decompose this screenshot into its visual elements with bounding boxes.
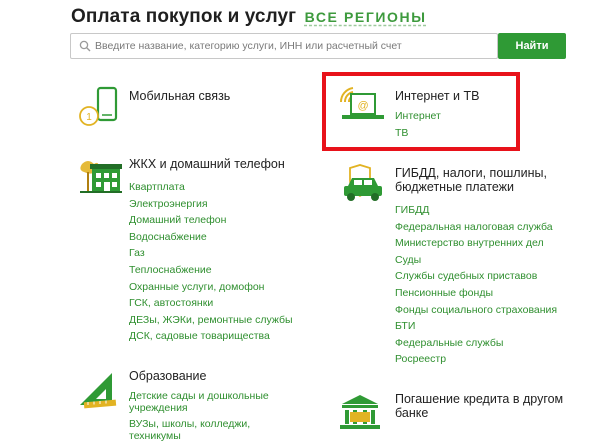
link-fns[interactable]: Федеральная налоговая служба	[395, 219, 557, 236]
link-kvartplata[interactable]: Квартплата	[129, 179, 293, 196]
search-box	[70, 33, 498, 59]
bank-building-icon	[340, 395, 380, 429]
link-pension[interactable]: Пенсионные фонды	[395, 285, 557, 302]
link-heating[interactable]: Теплоснабжение	[129, 262, 293, 279]
link-dez[interactable]: ДЕЗы, ЖЭКи, ремонтные службы	[129, 312, 293, 329]
category-title-line2[interactable]: банке	[395, 406, 428, 421]
search-input[interactable]	[95, 34, 495, 58]
category-title-line1[interactable]: ГИБДД, налоги, пошлины,	[395, 166, 547, 181]
link-home-phone[interactable]: Домашний телефон	[129, 212, 293, 229]
car-shield-icon	[344, 164, 382, 201]
search-icon	[79, 40, 91, 52]
link-bti[interactable]: БТИ	[395, 318, 557, 335]
utilities-links: Квартплата Электроэнергия Домашний телеф…	[129, 179, 293, 345]
link-gibdd[interactable]: ГИБДД	[395, 202, 557, 219]
svg-text:1: 1	[86, 112, 92, 123]
gibdd-links: ГИБДД Федеральная налоговая служба Минис…	[395, 202, 557, 368]
category-title-line2[interactable]: бюджетные платежи	[395, 180, 514, 195]
category-title[interactable]: Мобильная связь	[129, 89, 230, 104]
link-federal-services[interactable]: Федеральные службы	[395, 335, 557, 352]
category-title[interactable]: Образование	[129, 369, 206, 384]
link-universities[interactable]: ВУЗы, школы, колледжи, техникумы	[129, 416, 279, 444]
category-title-line1[interactable]: Погашение кредита в другом	[395, 392, 563, 407]
category-title[interactable]: ЖКХ и домашний телефон	[129, 157, 285, 172]
link-dsk[interactable]: ДСК, садовые товарищества	[129, 328, 293, 345]
link-rosreestr[interactable]: Росреестр	[395, 351, 557, 368]
page-title-text: Оплата покупок и услуг	[71, 6, 297, 27]
education-links: Детские сады и дошкольные учреждения ВУЗ…	[129, 388, 279, 444]
link-mvd[interactable]: Министерство внутренних дел	[395, 235, 557, 252]
link-kindergartens[interactable]: Детские сады и дошкольные учреждения	[129, 388, 279, 416]
mobile-phone-icon: 1	[79, 86, 118, 126]
link-social-insurance[interactable]: Фонды социального страхования	[395, 302, 557, 319]
link-security[interactable]: Охранные услуги, домофон	[129, 279, 293, 296]
link-water[interactable]: Водоснабжение	[129, 229, 293, 246]
find-button[interactable]: Найти	[498, 33, 566, 59]
red-highlight-frame	[322, 72, 520, 151]
link-bailiffs[interactable]: Службы судебных приставов	[395, 268, 557, 285]
link-courts[interactable]: Суды	[395, 252, 557, 269]
link-electricity[interactable]: Электроэнергия	[129, 196, 293, 213]
link-parking[interactable]: ГСК, автостоянки	[129, 295, 293, 312]
ruler-triangle-icon	[80, 373, 117, 409]
all-regions-link[interactable]: ВСЕ РЕГИОНЫ	[305, 9, 427, 25]
house-icon	[80, 161, 122, 193]
page-title: Оплата покупок и услуг ВСЕ РЕГИОНЫ	[71, 6, 427, 30]
link-gas[interactable]: Газ	[129, 245, 293, 262]
